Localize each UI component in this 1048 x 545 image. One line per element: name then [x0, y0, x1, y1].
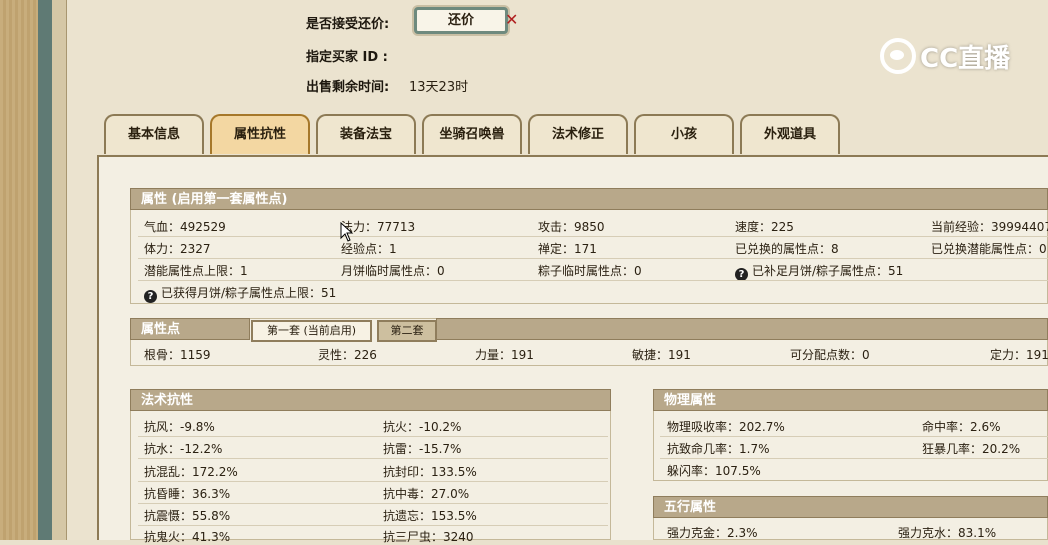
tab-attributes-resist[interactable]: 属性抗性	[210, 114, 310, 154]
phys-anti-crit: 抗致命几率：1.7%	[667, 442, 770, 456]
row-divider	[660, 436, 1048, 437]
attr-potential-cap: 潜能属性点上限：1	[144, 264, 248, 278]
resist-shock: 抗震慑：55.8%	[144, 509, 231, 523]
physical-header: 物理属性	[653, 389, 1048, 411]
window-frame-edge	[38, 0, 52, 540]
accept-counter-label: 是否接受还价:	[306, 17, 390, 32]
point-spirit: 灵性：226	[318, 348, 377, 362]
point-willpower: 定力：191	[990, 348, 1048, 362]
attr-attack: 攻击：9850	[538, 220, 605, 234]
resist-poison: 抗中毒：27.0%	[383, 487, 470, 501]
subtab-set-two[interactable]: 第二套	[377, 320, 437, 342]
row-divider	[138, 258, 1048, 259]
phys-absorb: 物理吸收率：202.7%	[667, 420, 785, 434]
logo-text: CC直播	[920, 43, 1011, 74]
remaining-time-value: 13天23时	[409, 80, 469, 95]
attr-filled-points: ? 已补足月饼/粽子属性点：51	[735, 262, 903, 281]
resist-ghostfire: 抗鬼火：41.3%	[144, 530, 231, 544]
window-frame-left	[0, 0, 38, 540]
point-agility: 敏捷：191	[632, 348, 691, 362]
phys-hit-rate: 命中率：2.6%	[922, 420, 1001, 434]
attr-exp-points: 经验点：1	[341, 242, 397, 256]
element-water: 强力克水：83.1%	[898, 526, 997, 540]
buyer-id-label: 指定买家 ID :	[306, 50, 388, 65]
resist-fire: 抗火：-10.2%	[383, 420, 462, 434]
phys-frenzy: 狂暴几率：20.2%	[922, 442, 1021, 456]
phys-dodge: 躲闪率：107.5%	[667, 464, 761, 478]
attr-points-header-bar	[436, 318, 1048, 340]
resist-corpse-worm: 抗三尸虫：3240	[383, 530, 474, 544]
tab-children[interactable]: 小孩	[634, 114, 734, 154]
row-divider	[138, 503, 608, 504]
attr-stamina: 体力：2327	[144, 242, 211, 256]
row-divider	[138, 458, 608, 459]
row-divider	[138, 280, 1048, 281]
mouse-cursor-icon	[340, 222, 354, 242]
subtab-set-one[interactable]: 第一套 (当前启用)	[251, 320, 372, 342]
point-constitution: 根骨：1159	[144, 348, 211, 362]
five-elements-header: 五行属性	[653, 496, 1048, 518]
resist-water: 抗水：-12.2%	[144, 442, 223, 456]
resist-sleep: 抗昏睡：36.3%	[144, 487, 231, 501]
row-divider	[138, 525, 608, 526]
attr-obtained-cap: ? 已获得月饼/粽子属性点上限：51	[144, 284, 336, 303]
help-icon[interactable]: ?	[144, 290, 157, 303]
attr-obtained-cap-text: 已获得月饼/粽子属性点上限：51	[161, 286, 337, 300]
resist-chaos: 抗混乱：172.2%	[144, 465, 238, 479]
cc-live-logo: CC直播	[880, 36, 1010, 76]
attr-exchanged-potential: 已兑换潜能属性点：0	[931, 242, 1047, 256]
attr-meditation: 禅定：171	[538, 242, 597, 256]
row-divider	[660, 458, 1048, 459]
attr-current-exp: 当前经验：39994407	[931, 220, 1048, 234]
magic-resist-header: 法术抗性	[130, 389, 611, 411]
point-allocatable: 可分配点数：0	[790, 348, 870, 362]
attr-mooncake-temp: 月饼临时属性点：0	[341, 264, 445, 278]
tab-appearance[interactable]: 外观道具	[740, 114, 840, 154]
attr-exchanged-points: 已兑换的属性点：8	[735, 242, 839, 256]
attr-hp: 气血：492529	[144, 220, 226, 234]
resist-seal: 抗封印：133.5%	[383, 465, 477, 479]
tab-equipment[interactable]: 装备法宝	[316, 114, 416, 154]
pin-icon: ✕	[505, 10, 519, 29]
attributes-header: 属性 (启用第一套属性点)	[130, 188, 1048, 210]
attr-speed: 速度：225	[735, 220, 794, 234]
resist-wind: 抗风：-9.8%	[144, 420, 215, 434]
attr-filled-points-text: 已补足月饼/粽子属性点：51	[752, 264, 904, 278]
point-strength: 力量：191	[475, 348, 534, 362]
element-metal: 强力克金：2.3%	[667, 526, 758, 540]
counter-offer-button[interactable]: 还价	[414, 7, 508, 34]
window-frame-inner	[52, 0, 67, 540]
remaining-time-label: 出售剩余时间:	[306, 80, 390, 95]
row-divider	[138, 236, 1048, 237]
tab-basic-info[interactable]: 基本信息	[104, 114, 204, 154]
attr-zongzi-temp: 粽子临时属性点：0	[538, 264, 642, 278]
resist-forget: 抗遗忘：153.5%	[383, 509, 477, 523]
row-divider	[138, 436, 608, 437]
attr-points-header: 属性点	[130, 318, 250, 340]
tab-spell-correction[interactable]: 法术修正	[528, 114, 628, 154]
row-divider	[138, 481, 608, 482]
tab-mounts-pets[interactable]: 坐骑召唤兽	[422, 114, 522, 154]
cc-logo-icon	[880, 38, 916, 74]
resist-thunder: 抗雷：-15.7%	[383, 442, 462, 456]
